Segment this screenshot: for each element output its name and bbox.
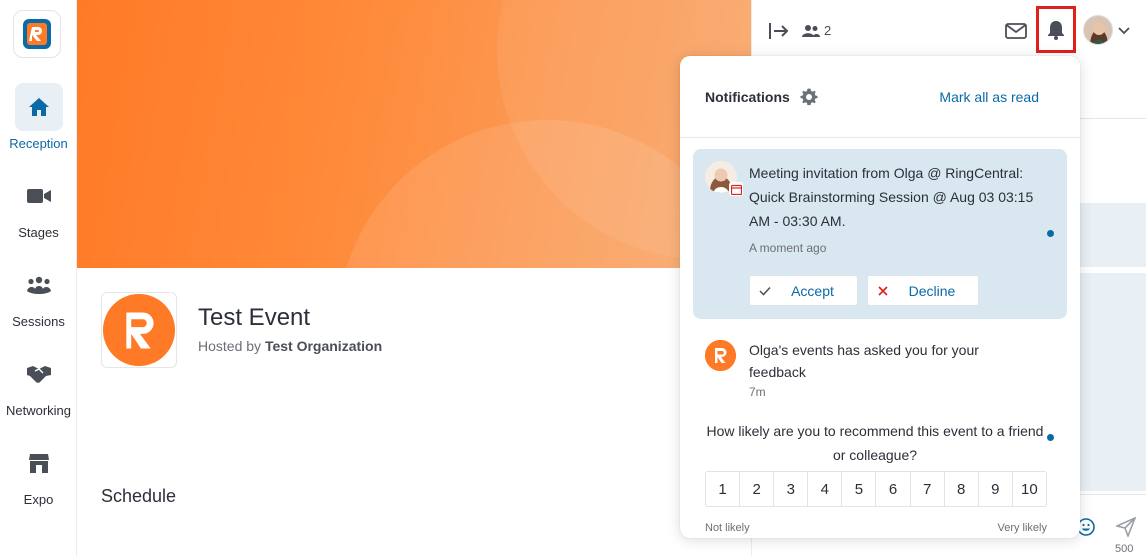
decline-button[interactable]: Decline <box>867 275 979 306</box>
rating-option[interactable]: 3 <box>774 472 809 506</box>
sidebar-item-networking[interactable]: Networking <box>0 350 77 418</box>
sidebar-item-label: Sessions <box>12 314 65 329</box>
event-banner-image <box>77 0 751 268</box>
accept-label: Accept <box>791 282 834 299</box>
accept-button[interactable]: Accept <box>749 275 858 306</box>
rating-option[interactable]: 7 <box>911 472 945 506</box>
divider <box>1070 118 1146 119</box>
chevron-down-icon[interactable] <box>1117 24 1131 38</box>
send-icon[interactable] <box>1115 516 1137 538</box>
rating-option[interactable]: 1 <box>706 472 741 506</box>
attendee-count: 2 <box>824 23 832 38</box>
mail-icon[interactable] <box>1004 20 1028 42</box>
hosted-by-label: Hosted by <box>198 338 262 354</box>
home-icon <box>14 83 63 131</box>
checkmark-icon <box>750 286 780 296</box>
decline-label: Decline <box>908 282 956 299</box>
notification-time: 7m <box>749 385 766 399</box>
sidebar-item-label: Stages <box>18 225 59 240</box>
notification-item-meeting-invite[interactable]: Meeting invitation from Olga @ RingCentr… <box>693 149 1067 319</box>
scale-low-label: Not likely <box>705 522 750 534</box>
notification-text: Meeting invitation from Olga @ RingCentr… <box>749 165 1034 229</box>
gear-icon[interactable] <box>800 88 818 111</box>
sidebar-item-sessions[interactable]: Sessions <box>0 261 77 329</box>
calendar-icon <box>729 182 743 196</box>
handshake-icon <box>15 350 63 398</box>
organization-avatar <box>705 340 736 371</box>
sidebar-item-label: Expo <box>23 492 54 507</box>
exit-arrow-icon[interactable] <box>767 20 791 42</box>
notification-time: A moment ago <box>749 241 827 255</box>
chat-card <box>1072 203 1146 267</box>
rating-option[interactable]: 8 <box>945 472 979 506</box>
rating-option[interactable]: 4 <box>808 472 843 506</box>
sidebar-item-stages[interactable]: Stages <box>0 172 77 240</box>
notification-text[interactable]: Olga's events has asked you for your fee… <box>749 339 999 383</box>
sidebar-item-label: Networking <box>5 403 72 418</box>
app-window: Reception Stages Sessions Networking Exp <box>0 0 1146 556</box>
rating-option[interactable]: 2 <box>740 472 775 506</box>
character-limit: 500 <box>1115 543 1134 555</box>
schedule-heading: Schedule <box>101 486 177 506</box>
app-logo[interactable] <box>13 10 61 58</box>
chat-card <box>1072 273 1146 491</box>
left-sidebar: Reception Stages Sessions Networking Exp <box>0 0 77 556</box>
unread-dot <box>1047 230 1054 237</box>
mark-all-as-read-link[interactable]: Mark all as read <box>939 89 1039 105</box>
rating-option[interactable]: 5 <box>842 472 877 506</box>
event-title: Test Event <box>198 304 311 331</box>
close-icon <box>868 285 898 296</box>
sidebar-item-label: Reception <box>9 136 68 151</box>
notifications-header: Notifications Mark all as read <box>680 56 1080 138</box>
divider <box>1070 494 1146 495</box>
user-avatar[interactable] <box>1083 15 1113 45</box>
rating-scale: 1 2 3 4 5 6 7 8 9 10 <box>705 471 1047 507</box>
video-camera-icon <box>15 172 63 220</box>
feedback-question: How likely are you to recommend this eve… <box>706 423 1044 463</box>
notifications-bell-button[interactable] <box>1036 6 1076 53</box>
unread-dot <box>1047 434 1054 441</box>
ringcentral-logo-icon <box>705 340 736 371</box>
sidebar-item-reception[interactable]: Reception <box>0 83 77 151</box>
notifications-popover: Notifications Mark all as read Meeting i… <box>680 56 1080 538</box>
event-host-line: Hosted by Test Organization <box>198 338 382 354</box>
rating-option[interactable]: 10 <box>1013 472 1046 506</box>
rating-option[interactable]: 6 <box>876 472 911 506</box>
people-group-icon <box>15 261 63 309</box>
organization-logo <box>101 292 177 368</box>
organization-name: Test Organization <box>264 338 383 354</box>
sidebar-item-expo[interactable]: Expo <box>0 439 77 507</box>
bell-icon <box>1048 20 1064 40</box>
ringcentral-logo-icon <box>23 19 51 49</box>
ringcentral-logo-icon <box>102 293 176 367</box>
rating-option[interactable]: 9 <box>979 472 1013 506</box>
storefront-icon <box>15 439 63 487</box>
people-icon <box>801 21 821 41</box>
scale-high-label: Very likely <box>997 522 1047 534</box>
notifications-title: Notifications <box>705 89 790 105</box>
